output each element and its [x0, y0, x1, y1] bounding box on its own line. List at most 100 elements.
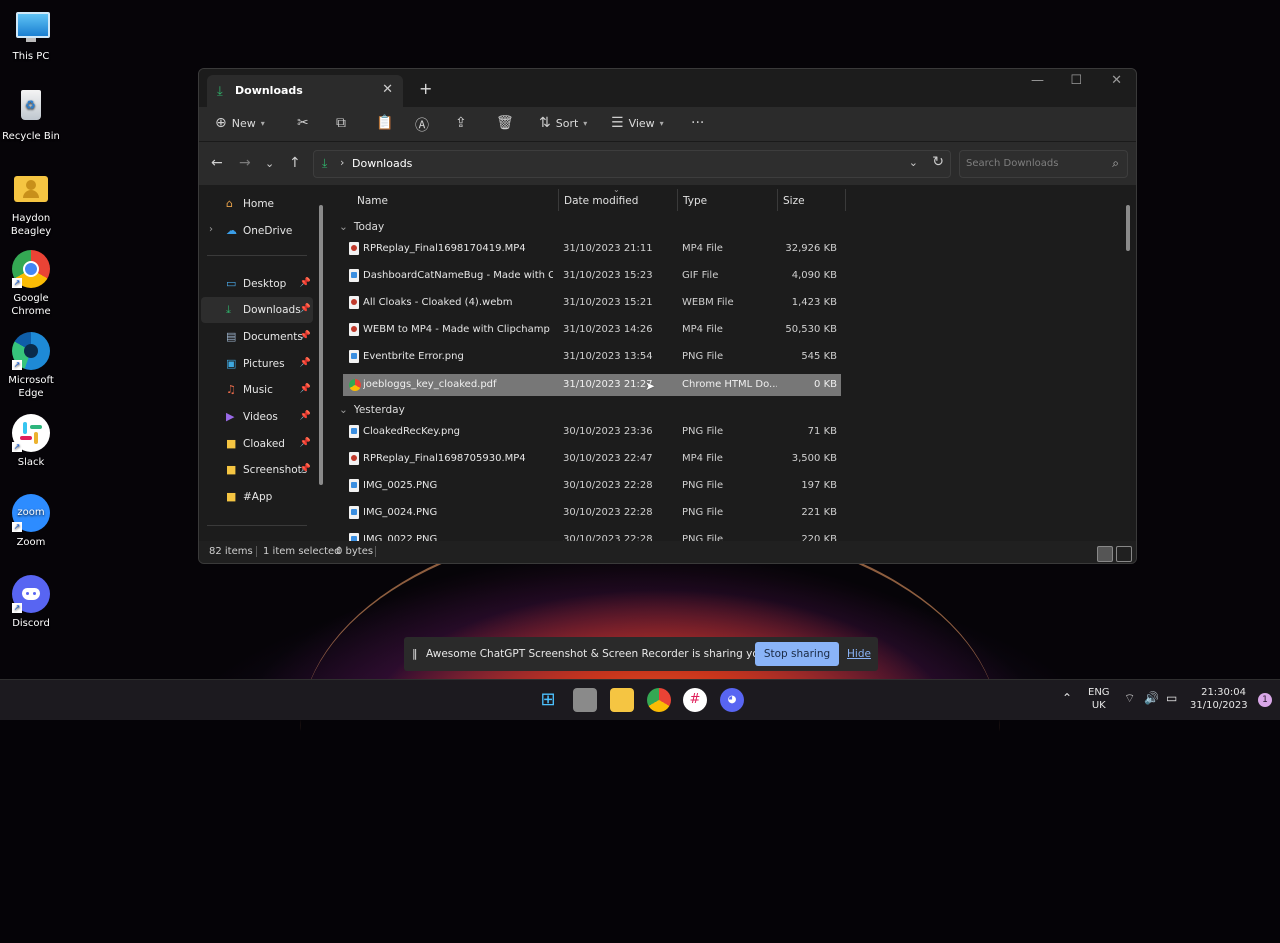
- file-list-scrollbar[interactable]: [1126, 205, 1130, 251]
- file-row[interactable]: IMG_0024.PNG 30/10/2023 22:28 PNG File 2…: [343, 502, 841, 524]
- delete-button[interactable]: 🗑: [496, 115, 514, 131]
- forward-button[interactable]: →: [239, 155, 251, 171]
- file-size: 0 KB: [814, 379, 837, 390]
- column-header-date[interactable]: Date modified: [564, 195, 638, 207]
- nav-item-cloaked[interactable]: ■ Cloaked 📌: [201, 431, 313, 457]
- group-header-yesterday[interactable]: ⌄ Yesterday: [339, 404, 405, 416]
- nav-item-music[interactable]: ♫ Music 📌: [201, 377, 313, 403]
- battery-icon[interactable]: ▭: [1166, 692, 1177, 705]
- file-row[interactable]: DashboardCatNameBug - Made with Cli... 3…: [343, 265, 841, 287]
- nav-item-downloads[interactable]: ⤓ Downloads 📌: [201, 297, 313, 323]
- pause-icon: ‖: [412, 647, 418, 660]
- discord-taskbar-icon[interactable]: ◕: [720, 688, 744, 712]
- file-name: IMG_0025.PNG: [363, 480, 438, 491]
- up-button[interactable]: ↑: [289, 155, 301, 171]
- wifi-icon[interactable]: ⌔: [1124, 692, 1135, 705]
- file-row[interactable]: Eventbrite Error.png 31/10/2023 13:54 PN…: [343, 346, 841, 368]
- language-indicator[interactable]: ENG UK: [1088, 686, 1110, 712]
- file-explorer-taskbar-icon[interactable]: [610, 688, 634, 712]
- file-size: 545 KB: [801, 351, 837, 362]
- paste-button[interactable]: 📋: [376, 115, 393, 131]
- show-hidden-icons-button[interactable]: ⌃: [1062, 692, 1072, 705]
- desktop-icon-zoom[interactable]: zoom ↗ Zoom: [0, 494, 62, 549]
- sort-button[interactable]: ⇅ Sort ▾: [539, 115, 587, 131]
- file-row[interactable]: RPReplay_Final1698705930.MP4 30/10/2023 …: [343, 448, 841, 470]
- nav-item-pictures[interactable]: ▣ Pictures 📌: [201, 351, 313, 377]
- folder-icon: ■: [226, 463, 237, 476]
- chevron-right-icon[interactable]: ›: [209, 224, 213, 235]
- desktop-icon-this-pc[interactable]: This PC: [0, 8, 62, 63]
- column-separator[interactable]: [777, 189, 778, 211]
- file-row[interactable]: CloakedRecKey.png 30/10/2023 23:36 PNG F…: [343, 421, 841, 443]
- file-row-selected[interactable]: joebloggs_key_cloaked.pdf 31/10/2023 21:…: [343, 374, 841, 396]
- minimize-button[interactable]: —: [1031, 73, 1044, 88]
- rename-button[interactable]: Ⓐ: [415, 115, 429, 135]
- nav-item-desktop[interactable]: ▭ Desktop 📌: [201, 271, 313, 297]
- back-button[interactable]: ←: [211, 155, 223, 171]
- address-dropdown-icon[interactable]: ⌄: [909, 156, 918, 169]
- file-date: 31/10/2023 21:27: [563, 379, 653, 390]
- file-row[interactable]: IMG_0025.PNG 30/10/2023 22:28 PNG File 1…: [343, 475, 841, 497]
- slack-taskbar-icon[interactable]: #: [683, 688, 707, 712]
- more-options-button[interactable]: ···: [691, 115, 704, 131]
- task-view-icon[interactable]: [573, 688, 597, 712]
- file-row[interactable]: All Cloaks - Cloaked (4).webm 31/10/2023…: [343, 292, 841, 314]
- notification-badge[interactable]: 1: [1258, 693, 1272, 707]
- new-tab-button[interactable]: +: [419, 79, 432, 98]
- nav-item-videos[interactable]: ▶ Videos 📌: [201, 404, 313, 430]
- desktop-icon-chrome[interactable]: ↗ Google Chrome: [0, 250, 62, 318]
- view-button[interactable]: ☰ View ▾: [611, 115, 664, 131]
- column-separator[interactable]: [677, 189, 678, 211]
- clock[interactable]: 21:30:04 31/10/2023: [1190, 686, 1248, 712]
- file-row[interactable]: RPReplay_Final1698170419.MP4 31/10/2023 …: [343, 238, 841, 260]
- nav-item-onedrive[interactable]: › ☁ OneDrive: [201, 218, 313, 244]
- tab-downloads[interactable]: ⤓ Downloads ✕: [207, 75, 403, 107]
- desktop-icon-user-folder[interactable]: Haydon Beagley: [0, 170, 62, 238]
- group-header-today[interactable]: ⌄ Today: [339, 221, 384, 233]
- tiles-view-button[interactable]: [1116, 546, 1132, 562]
- file-row[interactable]: WEBM to MP4 - Made with Clipchamp (1... …: [343, 319, 841, 341]
- column-header-type[interactable]: Type: [683, 195, 707, 207]
- desktop-icon-slack[interactable]: ↗ Slack: [0, 414, 62, 469]
- edge-icon: ↗: [12, 332, 50, 370]
- column-header-size[interactable]: Size: [783, 195, 805, 207]
- nav-item-label: Screenshots: [243, 464, 308, 476]
- file-size: 3,500 KB: [791, 453, 837, 464]
- share-button[interactable]: ⇪: [455, 115, 467, 131]
- nav-item-app[interactable]: ■ #App: [201, 484, 313, 510]
- file-name: joebloggs_key_cloaked.pdf: [363, 379, 497, 390]
- breadcrumb-downloads[interactable]: Downloads: [352, 157, 412, 170]
- volume-icon[interactable]: 🔊: [1144, 692, 1159, 705]
- start-button[interactable]: ⊞: [536, 688, 560, 712]
- chrome-taskbar-icon[interactable]: [647, 688, 671, 712]
- cut-button[interactable]: ✂: [297, 115, 309, 131]
- refresh-icon[interactable]: ↻: [932, 154, 944, 170]
- file-date: 30/10/2023 22:47: [563, 453, 653, 464]
- column-separator[interactable]: [845, 189, 846, 211]
- nav-item-label: Music: [243, 384, 273, 396]
- hide-link[interactable]: Hide: [847, 648, 871, 660]
- desktop-icon-edge[interactable]: ↗ Microsoft Edge: [0, 332, 62, 400]
- new-button[interactable]: ⊕ New ▾: [215, 115, 265, 131]
- desktop-icon-recycle-bin[interactable]: ♻ Recycle Bin: [0, 88, 62, 143]
- recent-locations-button[interactable]: ⌄: [265, 157, 274, 170]
- column-header-name[interactable]: Name: [357, 195, 388, 207]
- copy-button[interactable]: ⧉: [336, 115, 346, 131]
- pin-icon: 📌: [299, 304, 311, 314]
- close-window-button[interactable]: ✕: [1111, 73, 1122, 88]
- address-bar[interactable]: ⤓ › Downloads ⌄ ↻: [313, 150, 951, 178]
- search-box[interactable]: Search Downloads ⌕: [959, 150, 1128, 178]
- details-view-button[interactable]: [1097, 546, 1113, 562]
- column-separator[interactable]: [558, 189, 559, 211]
- stop-sharing-button[interactable]: Stop sharing: [755, 642, 839, 666]
- nav-scrollbar[interactable]: [319, 205, 323, 485]
- maximize-button[interactable]: ☐: [1070, 73, 1082, 88]
- nav-item-documents[interactable]: ▤ Documents 📌: [201, 324, 313, 350]
- nav-item-screenshots[interactable]: ■ Screenshots 📌: [201, 457, 313, 483]
- chevron-down-icon: ▾: [659, 118, 664, 128]
- close-tab-icon[interactable]: ✕: [382, 82, 393, 97]
- file-date: 30/10/2023 22:28: [563, 507, 653, 518]
- desktop-icon-discord[interactable]: ↗ Discord: [0, 575, 62, 630]
- folder-icon: ■: [226, 437, 237, 450]
- nav-item-home[interactable]: ⌂ Home: [201, 191, 313, 217]
